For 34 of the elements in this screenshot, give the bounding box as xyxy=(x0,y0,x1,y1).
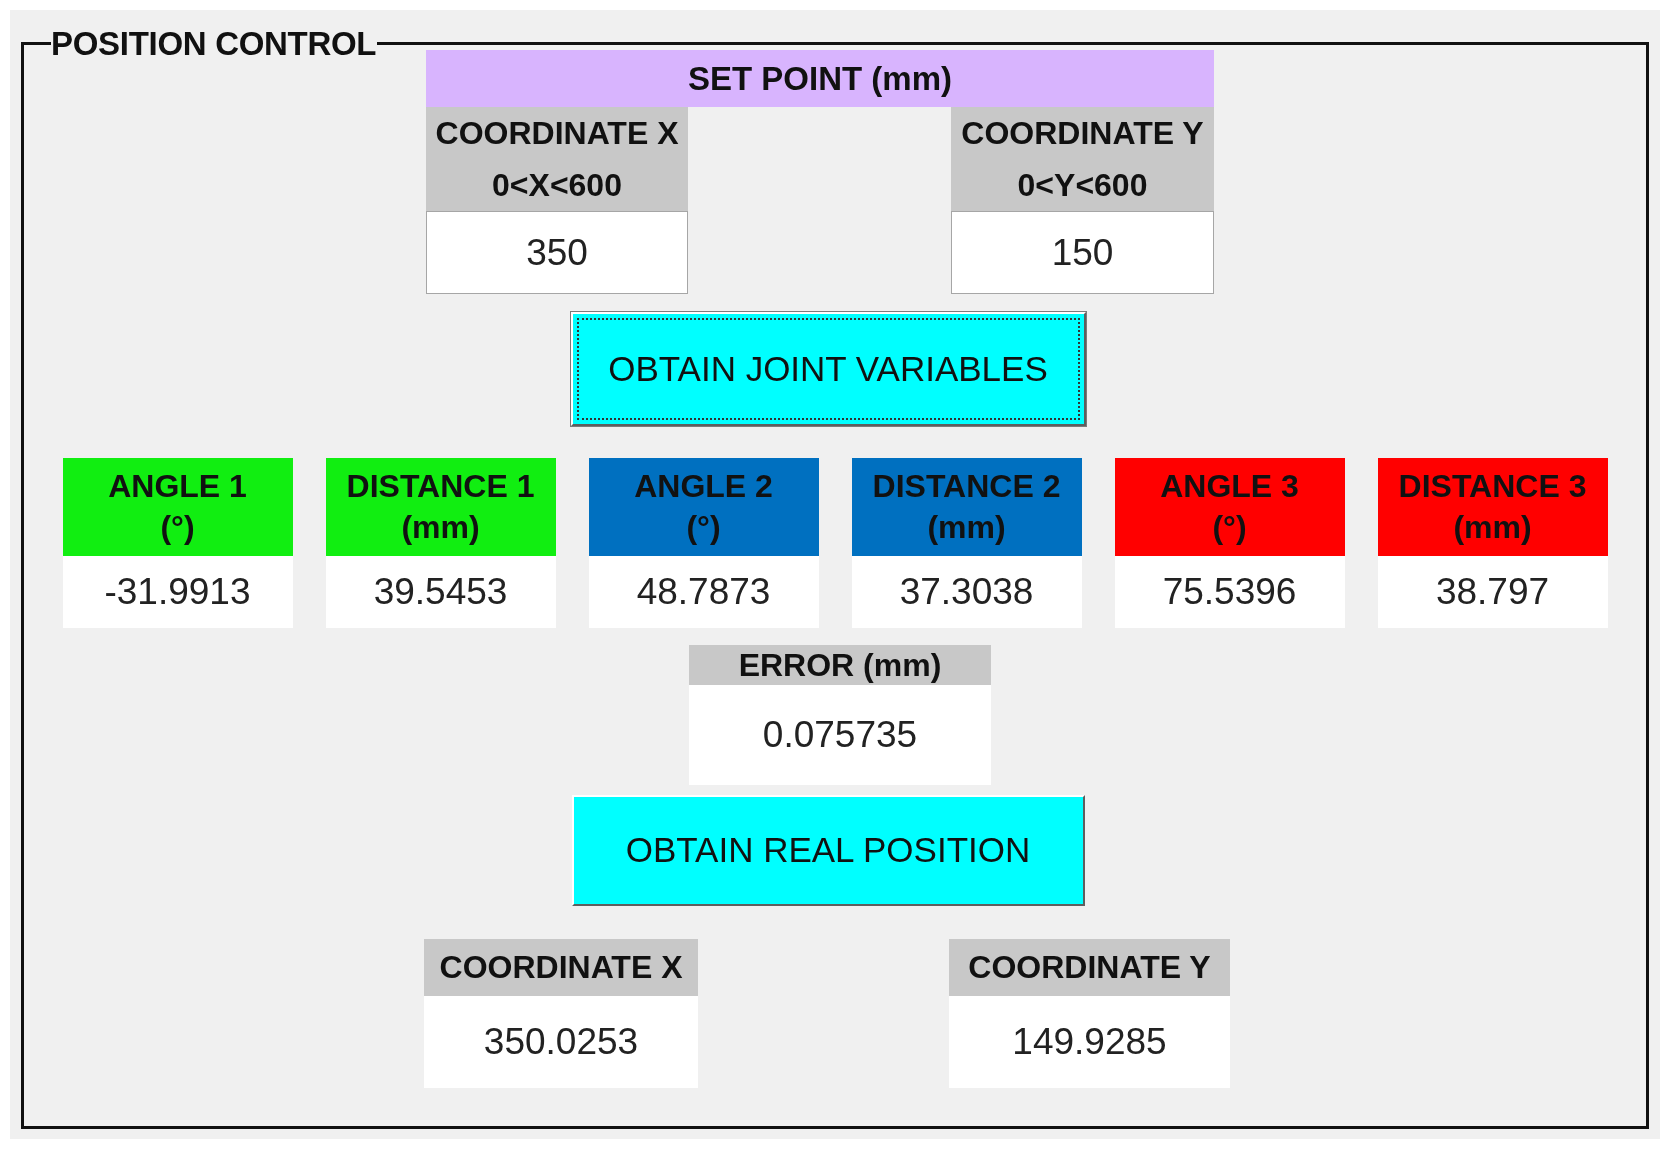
joint-value: 39.5453 xyxy=(325,556,556,628)
joint-label: DISTANCE 1 xyxy=(346,467,535,506)
unit-label: (mm) xyxy=(927,508,1006,547)
set-point-header: SET POINT (mm) xyxy=(426,50,1214,107)
joint-value: 37.3038 xyxy=(851,556,1082,628)
joint-label: ANGLE 1 xyxy=(108,467,247,506)
input-field[interactable]: 150 xyxy=(951,211,1214,294)
joint-label: ANGLE 3 xyxy=(1160,467,1299,506)
joint-value: -31.9913 xyxy=(62,556,293,628)
range-label: 0<X<600 xyxy=(492,166,622,205)
input-field[interactable]: 350 xyxy=(426,211,688,294)
joint-value: 75.5396 xyxy=(1114,556,1345,628)
unit-label: (°) xyxy=(686,508,721,547)
position-header: COORDINATE X xyxy=(424,939,698,996)
error-header: ERROR (mm) xyxy=(689,645,991,685)
position-value: 149.9285 xyxy=(949,996,1230,1088)
unit-label: (°) xyxy=(1212,508,1247,547)
group-title: POSITION CONTROL xyxy=(51,27,378,60)
position-header: COORDINATE Y xyxy=(949,939,1230,996)
position-value: 350.0253 xyxy=(424,996,698,1088)
obtain-joint-variables-button[interactable]: OBTAIN JOINT VARIABLES xyxy=(570,312,1086,426)
obtain-real-position-button[interactable]: OBTAIN REAL POSITION xyxy=(571,795,1085,906)
unit-label: (mm) xyxy=(401,508,480,547)
joint-value: 48.7873 xyxy=(588,556,819,628)
unit-label: (°) xyxy=(160,508,195,547)
error-value: 0.075735 xyxy=(689,685,991,785)
joint-label: DISTANCE 2 xyxy=(872,467,1061,506)
joint-value: 38.797 xyxy=(1377,556,1608,628)
range-label: 0<Y<600 xyxy=(1017,166,1148,205)
unit-label: (mm) xyxy=(1453,508,1532,547)
joint-label: DISTANCE 3 xyxy=(1398,467,1587,506)
coordinate-label: COORDINATE X xyxy=(435,114,679,153)
coordinate-label: COORDINATE Y xyxy=(961,114,1204,153)
joint-label: ANGLE 2 xyxy=(634,467,773,506)
